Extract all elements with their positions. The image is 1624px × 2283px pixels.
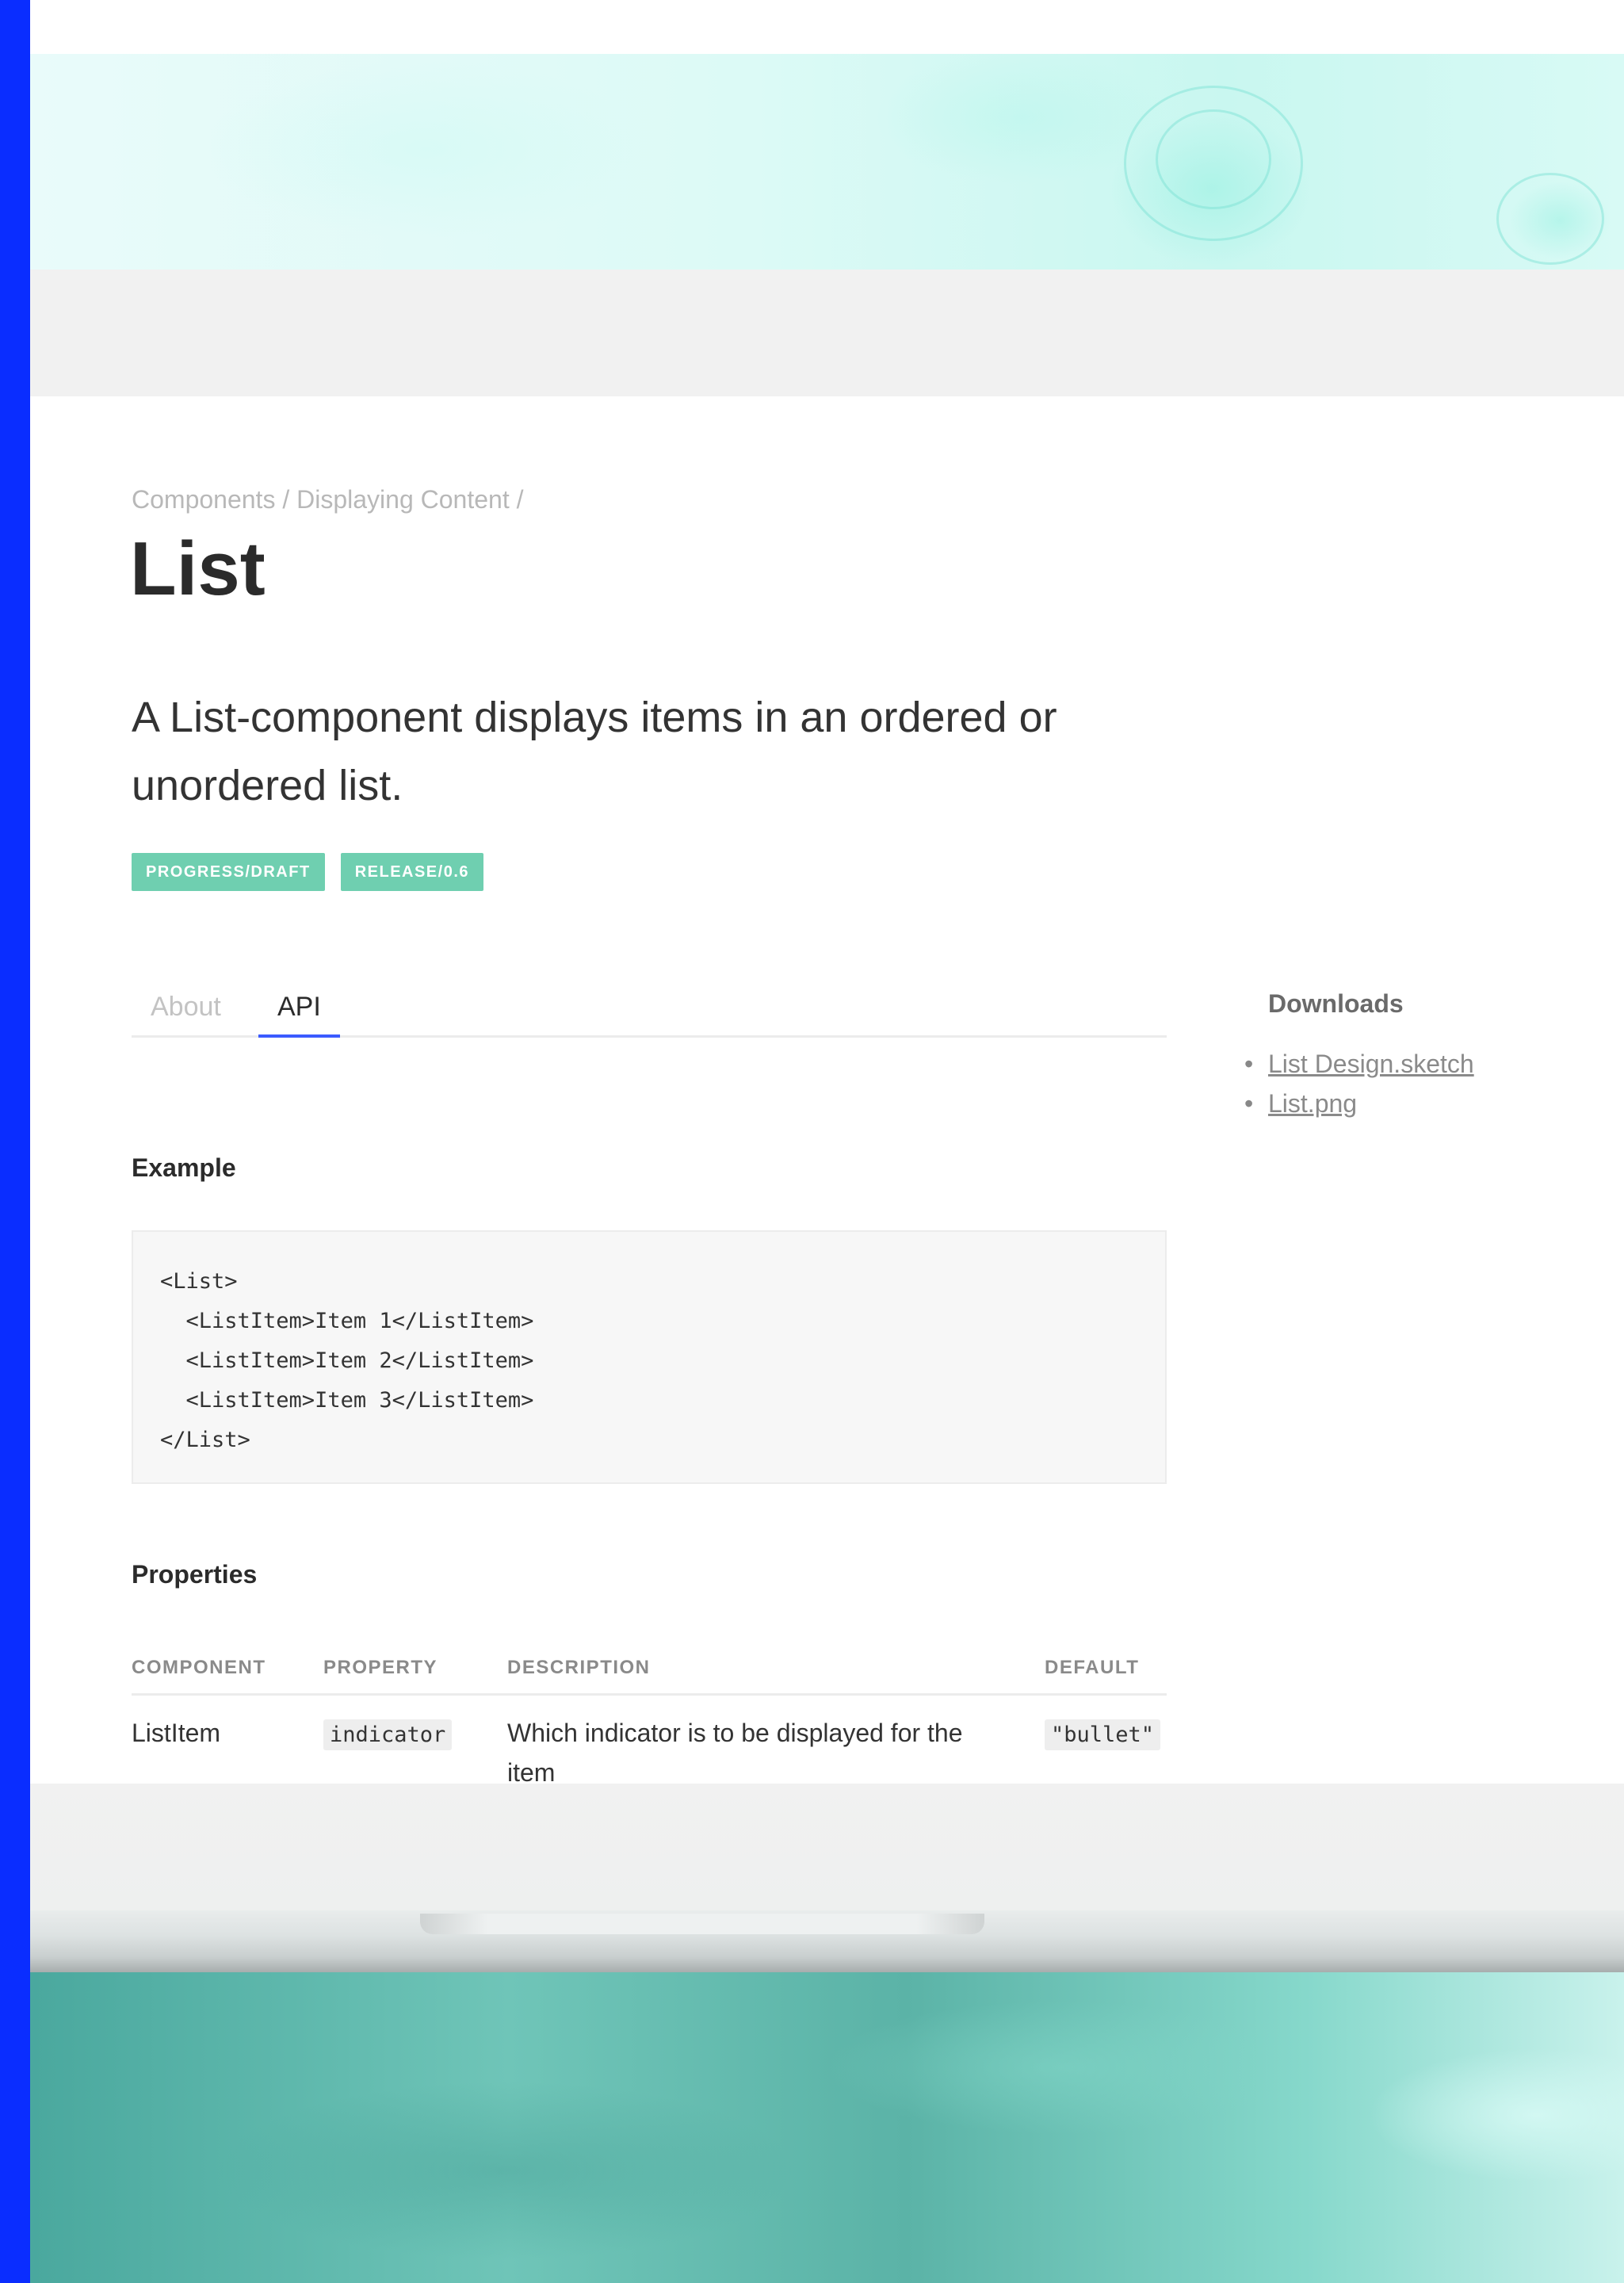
- cell-description: Which indicator is to be displayed for t…: [507, 1719, 963, 1784]
- code-line: <ListItem>Item 2</ListItem>: [160, 1348, 534, 1373]
- top-margin: [30, 0, 1624, 54]
- screen-bottom-bezel: [30, 1784, 1624, 1910]
- marble-background-bottom: [30, 1972, 1624, 2283]
- column-header-property: PROPERTY: [323, 1657, 507, 1696]
- example-heading: Example: [132, 1153, 236, 1182]
- code-line: <List>: [160, 1269, 238, 1294]
- code-line: <ListItem>Item 3</ListItem>: [160, 1388, 534, 1413]
- status-badges: PROGRESS/DRAFT RELEASE/0.6: [132, 853, 484, 891]
- laptop-notch: [420, 1914, 984, 1934]
- property-code: indicator: [323, 1719, 453, 1750]
- tab-api[interactable]: API: [258, 983, 340, 1038]
- default-code: "bullet": [1045, 1719, 1161, 1750]
- page-title: List: [130, 526, 266, 611]
- marble-background-top: [30, 54, 1624, 270]
- code-example: <List> <ListItem>Item 1</ListItem> <List…: [132, 1230, 1167, 1484]
- download-link-png[interactable]: List.png: [1268, 1089, 1357, 1118]
- column-header-component: COMPONENT: [132, 1657, 323, 1696]
- progress-badge: PROGRESS/DRAFT: [132, 853, 325, 891]
- release-badge: RELEASE/0.6: [340, 853, 484, 891]
- breadcrumb[interactable]: Components / Displaying Content /: [132, 485, 523, 514]
- table-row: ListItem indicator Which indicator is to…: [132, 1695, 1167, 1784]
- cell-default: "bullet": [1045, 1695, 1167, 1784]
- site-header-band: [30, 270, 1624, 396]
- tab-about[interactable]: About: [151, 983, 221, 1035]
- code-line: </List>: [160, 1428, 250, 1452]
- column-header-description: DESCRIPTION: [507, 1657, 1045, 1696]
- page-lead: A List-component displays items in an or…: [132, 694, 1057, 809]
- cell-component: ListItem: [132, 1719, 221, 1747]
- list-item: List Design.sketch: [1244, 1044, 1617, 1084]
- properties-table: COMPONENT PROPERTY DESCRIPTION DEFAULT L…: [132, 1657, 1167, 1784]
- downloads-list: List Design.sketch List.png: [1244, 1044, 1617, 1123]
- column-header-default: DEFAULT: [1045, 1657, 1167, 1696]
- blue-frame-bar: [0, 0, 30, 2283]
- downloads-heading: Downloads: [1268, 989, 1404, 1018]
- tab-bar: About API: [132, 983, 1167, 1038]
- code-line: <ListItem>Item 1</ListItem>: [160, 1309, 534, 1333]
- main-content: Components / Displaying Content / List A…: [30, 396, 1624, 1784]
- properties-heading: Properties: [132, 1560, 258, 1589]
- download-link-sketch[interactable]: List Design.sketch: [1268, 1050, 1474, 1078]
- downloads-sidebar: Downloads List Design.sketch List.png: [1244, 989, 1617, 1123]
- list-item: List.png: [1244, 1084, 1617, 1123]
- table-header-row: COMPONENT PROPERTY DESCRIPTION DEFAULT: [132, 1657, 1167, 1696]
- cell-property: indicator: [323, 1695, 507, 1784]
